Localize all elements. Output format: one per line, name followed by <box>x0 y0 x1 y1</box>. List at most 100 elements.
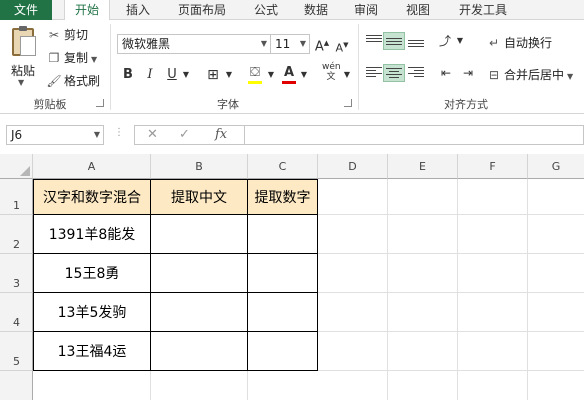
align-left-button[interactable] <box>363 64 385 82</box>
format-painter-button[interactable]: 🖌 格式刷 <box>46 72 100 90</box>
tab-home[interactable]: 开始 <box>64 0 110 21</box>
decrease-indent-icon[interactable]: ⇤ <box>436 64 456 82</box>
ribbon-tab-bar: 文件 开始 插入 页面布局 公式 数据 审阅 视图 开发工具 <box>0 0 584 21</box>
row-number: 3 <box>13 277 20 290</box>
gridline <box>247 371 248 400</box>
align-center-button[interactable] <box>383 64 405 82</box>
table-header-cell[interactable]: 提取数字 <box>248 179 318 215</box>
align-right-button[interactable] <box>405 64 427 82</box>
orientation-icon[interactable]: ⤴ <box>436 32 454 50</box>
brush-icon: 🖌 <box>46 74 62 88</box>
row-header[interactable]: 3 <box>0 254 33 293</box>
row-header[interactable]: 5 <box>0 332 33 371</box>
cancel-icon[interactable]: ✕ <box>147 126 158 144</box>
group-divider <box>110 24 111 110</box>
chevron-down-icon[interactable]: ▼ <box>299 66 309 84</box>
chevron-down-icon[interactable]: ▼ <box>18 78 24 87</box>
table-cell[interactable] <box>151 215 248 254</box>
increase-indent-icon[interactable]: ⇥ <box>458 64 478 82</box>
fill-color-icon[interactable]: ⛋ <box>246 64 264 84</box>
top-align-button[interactable] <box>363 32 385 50</box>
chevron-down-icon[interactable]: ▼ <box>181 66 191 84</box>
cut-label: 剪切 <box>64 28 89 42</box>
column-header[interactable]: F <box>458 154 528 179</box>
tab-review[interactable]: 审阅 <box>346 0 386 20</box>
copy-button[interactable]: ❐ 复制 ▼ <box>46 49 98 67</box>
name-box-value: J6 <box>11 128 23 142</box>
formula-input[interactable] <box>244 125 584 145</box>
font-color-icon[interactable]: A <box>280 64 298 84</box>
tab-file[interactable]: 文件 <box>0 0 52 20</box>
column-header[interactable]: C <box>248 154 318 179</box>
row-number: 4 <box>13 316 20 329</box>
chevron-down-icon[interactable]: ▼ <box>342 66 352 84</box>
tab-insert[interactable]: 插入 <box>118 0 158 20</box>
gridline <box>318 214 584 215</box>
wrap-text-button[interactable]: ↵ 自动换行 <box>486 34 552 52</box>
chevron-down-icon[interactable]: ▼ <box>94 126 100 144</box>
chevron-down-icon[interactable]: ▼ <box>455 32 465 50</box>
chevron-down-icon[interactable]: ▼ <box>91 55 97 64</box>
tab-formulas[interactable]: 公式 <box>246 0 286 20</box>
row-header[interactable] <box>0 371 33 400</box>
format-painter-label: 格式刷 <box>64 74 101 88</box>
table-cell[interactable] <box>248 254 318 293</box>
font-name-select[interactable]: 微软雅黑 ▼ <box>117 34 271 54</box>
row-header[interactable]: 4 <box>0 293 33 332</box>
font-size-select[interactable]: 11 ▼ <box>270 34 310 54</box>
chevron-down-icon[interactable]: ▼ <box>266 66 276 84</box>
chevron-down-icon[interactable]: ▼ <box>224 66 234 84</box>
table-cell[interactable] <box>151 254 248 293</box>
table-cell[interactable]: 13王福4运 <box>33 332 151 371</box>
select-all-button[interactable] <box>0 154 33 179</box>
merge-center-button[interactable]: ⊟ 合并后居中 ▼ <box>486 66 573 84</box>
underline-button[interactable]: U <box>164 66 180 84</box>
insert-function-icon[interactable]: fx <box>215 126 227 144</box>
phonetic-guide-icon[interactable]: wén 文 <box>322 62 341 82</box>
chevron-down-icon: ▼ <box>299 39 306 48</box>
borders-icon[interactable]: ⊞ <box>204 66 222 84</box>
grow-font-button[interactable]: A▲ <box>314 34 330 55</box>
table-cell[interactable]: 15王8勇 <box>33 254 151 293</box>
table-cell[interactable] <box>151 293 248 332</box>
table-header-cell[interactable]: 提取中文 <box>151 179 248 215</box>
column-header[interactable]: A <box>33 154 151 179</box>
gridline <box>457 179 458 400</box>
table-cell[interactable] <box>248 215 318 254</box>
tab-view[interactable]: 视图 <box>398 0 438 20</box>
column-header[interactable]: D <box>318 154 388 179</box>
table-cell[interactable]: 1391羊8能发 <box>33 215 151 254</box>
gridline <box>318 292 584 293</box>
italic-button[interactable]: I <box>142 66 158 84</box>
bold-button[interactable]: B <box>120 66 136 84</box>
tab-page-layout[interactable]: 页面布局 <box>168 0 236 20</box>
grow-font-label: A <box>314 39 324 55</box>
row-header[interactable]: 1 <box>0 179 33 215</box>
chevron-down-icon[interactable]: ▼ <box>567 72 573 81</box>
shrink-font-button[interactable]: A▼ <box>334 36 350 55</box>
font-launcher-icon[interactable] <box>344 99 352 107</box>
tab-data[interactable]: 数据 <box>296 0 336 20</box>
column-header[interactable]: G <box>528 154 584 179</box>
column-header[interactable]: E <box>388 154 458 179</box>
name-box[interactable]: J6 ▼ <box>6 125 104 145</box>
table-header-cell[interactable]: 汉字和数字混合 <box>33 179 151 215</box>
table-cell[interactable] <box>248 293 318 332</box>
table-cell[interactable] <box>151 332 248 371</box>
middle-align-button[interactable] <box>383 32 405 50</box>
copy-label: 复制 <box>64 51 89 65</box>
cut-button[interactable]: ✂ 剪切 <box>46 26 88 44</box>
bottom-align-button[interactable] <box>405 32 427 50</box>
clipboard-group-label: 剪贴板 <box>33 98 67 111</box>
column-header[interactable]: B <box>151 154 248 179</box>
gridline <box>527 179 528 400</box>
table-cell[interactable]: 13羊5发驹 <box>33 293 151 332</box>
table-cell[interactable] <box>248 332 318 371</box>
row-header[interactable]: 2 <box>0 215 33 254</box>
clipboard-launcher-icon[interactable] <box>96 99 104 107</box>
group-divider <box>358 24 359 110</box>
row-number: 1 <box>13 199 20 212</box>
enter-icon[interactable]: ✓ <box>179 126 190 144</box>
tab-developer[interactable]: 开发工具 <box>450 0 516 20</box>
paste-button[interactable]: 粘贴 ▼ <box>4 26 42 88</box>
